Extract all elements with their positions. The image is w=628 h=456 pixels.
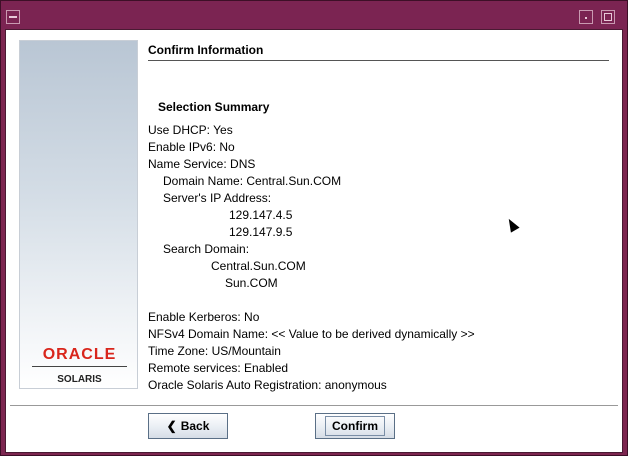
summary-line: Enable Kerberos: No xyxy=(148,310,260,324)
chevron-left-icon: ❮ xyxy=(166,419,177,433)
title-bar xyxy=(1,1,627,29)
side-banner: ORACLE SOLARIS xyxy=(19,40,138,389)
logo-divider xyxy=(32,366,127,367)
summary-line: Server's IP Address: xyxy=(163,191,272,205)
window-menu-icon[interactable] xyxy=(6,10,20,24)
title-divider xyxy=(148,60,609,61)
back-button[interactable]: ❮ Back xyxy=(148,413,228,439)
summary-line: Use DHCP: Yes xyxy=(148,123,233,137)
summary-line: Search Domain: xyxy=(163,242,250,256)
summary-line: Remote services: Enabled xyxy=(148,361,289,375)
summary-heading: Selection Summary xyxy=(158,100,270,114)
summary-line: Oracle Solaris Auto Registration: anonym… xyxy=(148,378,387,392)
confirm-button-label: Confirm xyxy=(325,416,385,436)
footer-divider xyxy=(10,405,618,406)
solaris-label: SOLARIS xyxy=(57,374,102,385)
summary-line: Name Service: DNS xyxy=(148,157,256,171)
summary-line: Sun.COM xyxy=(225,276,278,290)
summary-line: 129.147.9.5 xyxy=(229,225,293,239)
summary-line: Enable IPv6: No xyxy=(148,140,235,154)
page-title: Confirm Information xyxy=(148,43,264,57)
summary-line: 129.147.4.5 xyxy=(229,208,293,222)
confirm-button[interactable]: Confirm xyxy=(315,413,395,439)
summary-line: Central.Sun.COM xyxy=(211,259,306,273)
summary-line: NFSv4 Domain Name: << Value to be derive… xyxy=(148,327,475,341)
summary-line: Domain Name: Central.Sun.COM xyxy=(163,174,342,188)
summary-line: Time Zone: US/Mountain xyxy=(148,344,281,358)
oracle-logo: ORACLE xyxy=(42,346,117,363)
minimize-icon[interactable] xyxy=(579,10,593,24)
back-button-label: Back xyxy=(180,419,210,433)
maximize-icon[interactable] xyxy=(601,10,615,24)
installer-window: ORACLE SOLARIS Confirm Information Selec… xyxy=(0,0,628,456)
dialog-content: ORACLE SOLARIS Confirm Information Selec… xyxy=(5,29,623,453)
